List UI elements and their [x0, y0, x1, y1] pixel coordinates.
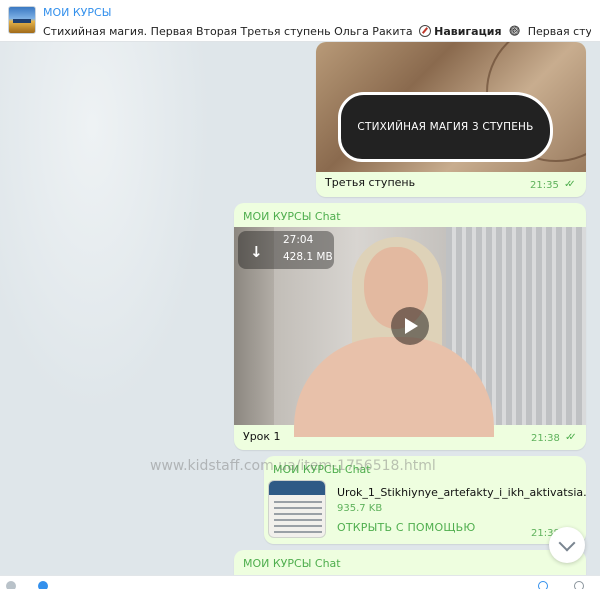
read-checks-icon: ✓✓ [564, 179, 576, 190]
pinned-title: МОИ КУРСЫ [43, 6, 112, 19]
emoji-icon[interactable] [38, 581, 48, 589]
message-sender[interactable]: МОИ КУРСЫ Chat [243, 557, 341, 570]
document-file-name[interactable]: Urok_1_Stikhiynye_artefakty_i_ikh_aktiva… [337, 486, 586, 499]
document-file-size: 935.7 KB [337, 503, 383, 514]
pinned-thumbnail [8, 6, 36, 34]
pinned-nav-label: Навигация [434, 25, 502, 38]
pinned-text-part1: Стихийная магия. Первая Вторая Третья ст… [43, 25, 413, 38]
video-preview[interactable]: ↓ 27:04 428.1 MB [234, 227, 586, 437]
document-thumb-line [274, 519, 322, 521]
document-thumb-line [274, 531, 322, 533]
ornament-icon: 𖣐 [509, 24, 521, 38]
document-thumb-line [274, 513, 322, 515]
message-photo[interactable]: СТИХИЙНАЯ МАГИЯ 3 СТУПЕНЬ [316, 42, 586, 172]
pinned-message-bar[interactable]: МОИ КУРСЫ Стихийная магия. Первая Вторая… [0, 0, 600, 42]
scroll-down-button[interactable] [549, 527, 585, 563]
read-checks-icon: ✓✓ [565, 432, 577, 443]
play-icon[interactable] [391, 307, 429, 345]
video-duration: 27:04 [283, 234, 314, 246]
compass-icon [419, 25, 432, 37]
attach-icon[interactable] [6, 581, 16, 589]
photo-title-plate: СТИХИЙНАЯ МАГИЯ 3 СТУПЕНЬ [338, 92, 553, 162]
document-thumb-line [274, 525, 322, 527]
chat-background [0, 42, 230, 462]
message-video[interactable]: МОИ КУРСЫ Chat ↓ 27:04 428.1 MB Урок 1 2… [234, 203, 586, 450]
message-caption: Урок 1 [243, 430, 281, 443]
document-thumb-line [274, 501, 322, 503]
video-download-info[interactable]: ↓ 27:04 428.1 MB [238, 231, 334, 269]
message-caption: Третья ступень [325, 176, 416, 189]
document-thumbnail[interactable] [268, 480, 326, 538]
pinned-text: Стихийная магия. Первая Вторая Третья ст… [43, 22, 591, 39]
document-thumb-header [269, 481, 325, 495]
sticker-icon[interactable] [538, 581, 548, 589]
message-time: 21:35 [530, 180, 559, 191]
download-icon[interactable]: ↓ [250, 243, 263, 261]
open-with-button[interactable]: ОТКРЫТЬ С ПОМОЩЬЮ [337, 521, 475, 534]
message-sender[interactable]: МОИ КУРСЫ Chat [243, 210, 341, 223]
pinned-text-part2: Первая ступень Втор... [527, 25, 591, 38]
message-time: 21:38 [531, 433, 560, 444]
document-thumb-line [274, 507, 322, 509]
message-image[interactable]: СТИХИЙНАЯ МАГИЯ 3 СТУПЕНЬ Третья ступень… [316, 42, 586, 197]
message-composer[interactable] [0, 575, 600, 589]
video-size: 428.1 MB [283, 251, 333, 263]
watermark: www.kidstaff.com.ua/item-1756518.html [150, 458, 436, 474]
mic-icon[interactable] [574, 581, 584, 589]
